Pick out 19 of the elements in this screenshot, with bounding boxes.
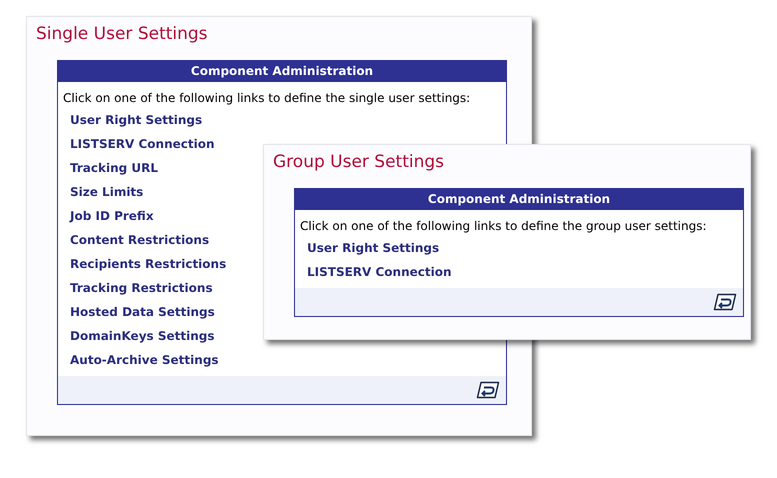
settings-link[interactable]: Hosted Data Settings	[70, 300, 215, 324]
settings-link[interactable]: Recipients Restrictions	[70, 252, 226, 276]
panel-title: Single User Settings	[36, 23, 209, 45]
settings-link[interactable]: Tracking Restrictions	[70, 276, 213, 300]
settings-link[interactable]: Size Limits	[70, 180, 144, 204]
box-header: Component Administration	[295, 189, 743, 210]
settings-link[interactable]: User Right Settings	[307, 236, 440, 260]
settings-link[interactable]: DomainKeys Settings	[70, 324, 214, 348]
intro-text: Click on one of the following links to define the group user settings:	[300, 218, 708, 234]
box-header: Component Administration	[58, 61, 506, 82]
intro-text: Click on one of the following links to define the single user settings:	[63, 90, 472, 106]
settings-link[interactable]: LISTSERV Connection	[70, 132, 215, 156]
settings-link[interactable]: Tracking URL	[70, 156, 158, 180]
settings-link[interactable]: Auto-Archive Settings	[70, 348, 219, 372]
settings-link[interactable]: Job ID Prefix	[70, 204, 154, 228]
settings-link[interactable]: Content Restrictions	[70, 228, 210, 252]
settings-link[interactable]: User Right Settings	[70, 108, 202, 132]
panel-title: Group User Settings	[273, 151, 446, 173]
settings-link[interactable]: LISTSERV Connection	[307, 260, 452, 284]
